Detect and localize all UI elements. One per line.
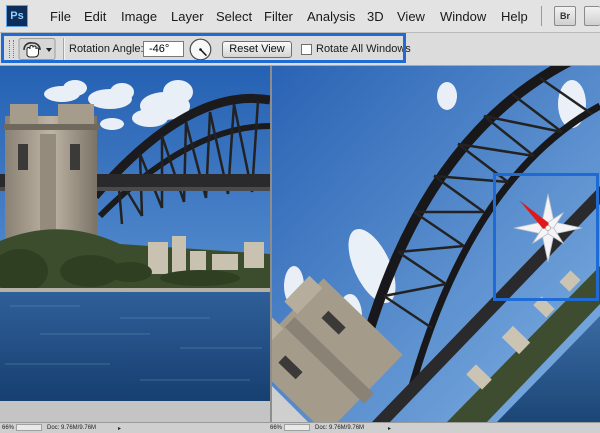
doc-size-left: Doc: 9.76M/9.76M bbox=[47, 425, 97, 431]
harbour-bridge-photo bbox=[0, 66, 270, 401]
menu-view[interactable]: View bbox=[397, 9, 425, 24]
document-window-original[interactable] bbox=[0, 66, 270, 401]
menu-3d[interactable]: 3D bbox=[367, 9, 384, 24]
status-arrow-left-icon[interactable]: ▸ bbox=[118, 425, 121, 432]
zoom-level-left[interactable]: 66% bbox=[2, 425, 14, 431]
document-canvas-gap bbox=[0, 401, 270, 422]
menu-image[interactable]: Image bbox=[121, 9, 157, 24]
status-field-left bbox=[16, 424, 42, 431]
menu-filter[interactable]: Filter bbox=[264, 9, 293, 24]
menu-file[interactable]: File bbox=[50, 9, 71, 24]
menu-select[interactable]: Select bbox=[216, 9, 252, 24]
status-bar: 66% Doc: 9.76M/9.76M ▸ 66% Doc: 9.76M/9.… bbox=[0, 422, 600, 433]
menu-window[interactable]: Window bbox=[440, 9, 486, 24]
menu-bar: Ps File Edit Image Layer Select Filter A… bbox=[0, 0, 600, 33]
menu-layer[interactable]: Layer bbox=[171, 9, 204, 24]
workspace-button[interactable] bbox=[584, 6, 600, 26]
status-arrow-right-icon[interactable]: ▸ bbox=[388, 425, 391, 432]
compass-highlight-frame bbox=[493, 173, 599, 301]
options-bar: Rotation Angle: -46° Reset View Rotate A… bbox=[0, 33, 600, 66]
menu-separator bbox=[541, 6, 542, 26]
photoshop-logo: Ps bbox=[6, 5, 28, 27]
doc-size-right: Doc: 9.76M/9.76M bbox=[315, 425, 365, 431]
launch-bridge-button[interactable]: Br bbox=[554, 6, 576, 26]
zoom-level-right[interactable]: 66% bbox=[270, 425, 282, 431]
menu-edit[interactable]: Edit bbox=[84, 9, 106, 24]
menu-help[interactable]: Help bbox=[501, 9, 528, 24]
menu-analysis[interactable]: Analysis bbox=[307, 9, 355, 24]
status-field-right bbox=[284, 424, 310, 431]
options-highlight-frame bbox=[1, 33, 406, 63]
